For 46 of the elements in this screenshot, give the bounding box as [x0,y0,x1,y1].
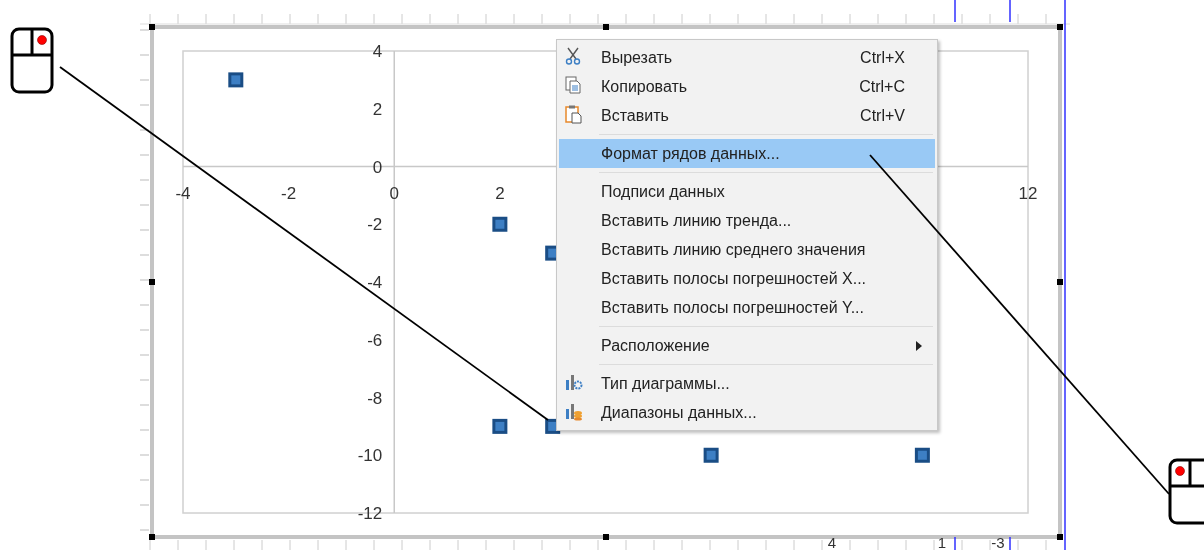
resize-handle[interactable] [603,534,609,540]
data-point[interactable] [492,216,508,232]
resize-handle[interactable] [1057,24,1063,30]
axis-label: -2 [281,183,297,203]
menu-item[interactable]: Вырезать Ctrl+X [559,43,935,72]
ruler-label: 1 [937,534,947,550]
axis-label: -6 [367,330,383,350]
data-point[interactable] [228,72,244,88]
mouse-icon [10,27,56,96]
data-point[interactable] [914,447,930,463]
data-point[interactable] [492,418,508,434]
resize-handle[interactable] [149,279,155,285]
axis-label: -12 [357,504,383,523]
menu-item[interactable]: Формат рядов данных... [559,139,935,168]
menu-item[interactable]: Копировать Ctrl+C [559,72,935,101]
axis-label: 12 [1018,183,1038,203]
resize-handle[interactable] [149,534,155,540]
menu-item[interactable]: Вставить полосы погрешностей X... [559,264,935,293]
ruler-label: -3 [991,534,1005,550]
menu-item[interactable]: Расположение [559,331,935,360]
axis-label: 0 [372,157,383,177]
resize-handle[interactable] [603,24,609,30]
menu-item[interactable]: Вставить линию среднего значения [559,235,935,264]
menu-item[interactable]: Тип диаграммы... [559,369,935,398]
clipboard-icon [563,103,583,124]
axis-label: -8 [367,388,383,408]
resize-handle[interactable] [1057,534,1063,540]
axis-label: 4 [372,42,383,61]
data-point[interactable] [703,447,719,463]
axis-label: 2 [495,183,505,203]
ruler-label: 4 [827,534,837,550]
axis-label: -4 [175,183,191,203]
menu-item[interactable]: Вставить линию тренда... [559,206,935,235]
menu-item[interactable]: Диапазоны данных... [559,398,935,427]
resize-handle[interactable] [149,24,155,30]
resize-handle[interactable] [1057,279,1063,285]
axis-label: -2 [367,215,383,235]
scissors-icon [563,45,583,66]
menu-item[interactable]: Вставить полосы погрешностей Y... [559,293,935,322]
copy-icon [563,74,583,95]
menu-item[interactable]: Подписи данных [559,177,935,206]
axis-label: -10 [357,446,383,466]
menu-item[interactable]: Вставить Ctrl+V [559,101,935,130]
axis-label: 0 [389,183,399,203]
axis-label: 2 [372,99,383,119]
axis-label: -4 [367,273,383,292]
